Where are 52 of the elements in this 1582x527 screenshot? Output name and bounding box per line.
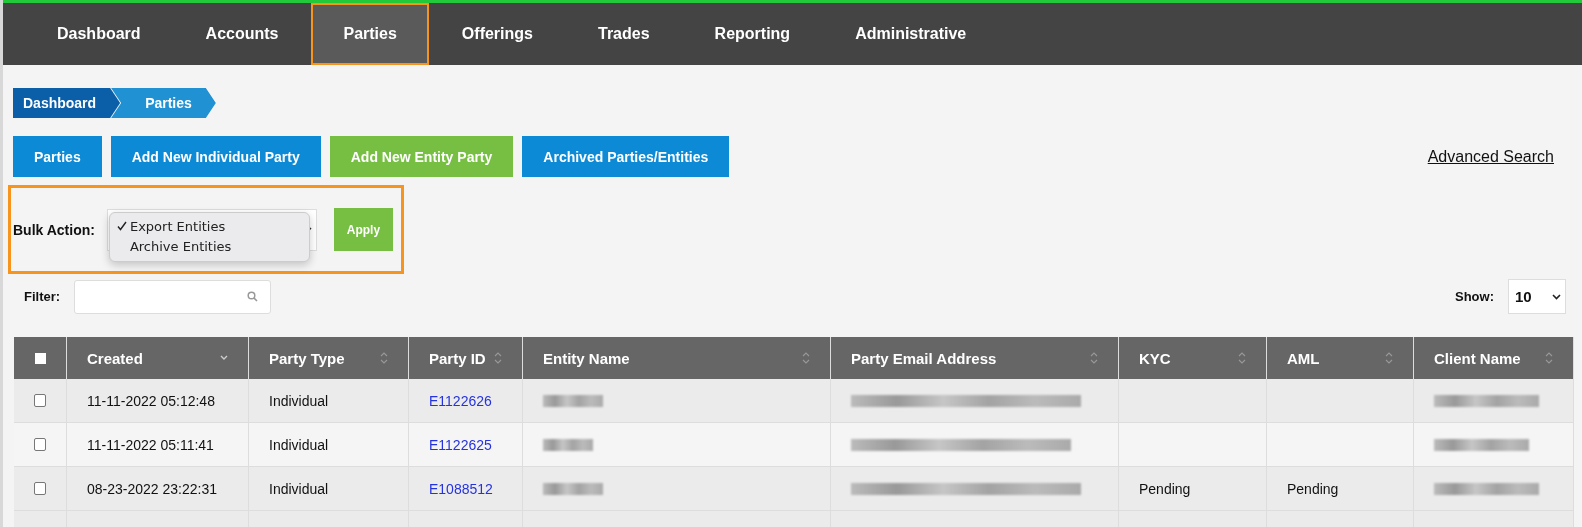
redacted-text xyxy=(543,482,603,495)
sort-icon[interactable] xyxy=(494,352,502,364)
sort-icon[interactable] xyxy=(380,352,388,364)
row-checkbox[interactable] xyxy=(34,394,46,407)
page-size-select[interactable]: 10 xyxy=(1508,279,1566,314)
nav-tab[interactable]: Offerings xyxy=(429,3,565,65)
table-cell: Individual xyxy=(269,392,329,409)
column-header[interactable]: Entity Name xyxy=(543,349,630,367)
sort-icon[interactable] xyxy=(1238,352,1246,364)
redacted-text xyxy=(543,394,603,407)
party-id-link[interactable]: E1088512 xyxy=(429,480,493,497)
menu-option[interactable]: Archive Entities xyxy=(109,236,309,257)
table-cell: 11-11-2022 05:12:48 xyxy=(87,392,215,409)
chevron-icon xyxy=(1552,293,1561,300)
table-cell: Pending xyxy=(1287,480,1339,497)
bulk-action-label: Bulk Action: xyxy=(13,221,95,238)
action-button[interactable]: Parties xyxy=(13,136,102,177)
nav-tab[interactable]: Dashboard xyxy=(25,3,173,65)
party-id-link[interactable]: E1122626 xyxy=(429,392,492,409)
sort-down-icon[interactable] xyxy=(220,355,228,361)
column-header[interactable]: AML xyxy=(1287,349,1320,367)
table-cell: Pending xyxy=(1139,480,1191,497)
party-id-link[interactable]: E1122625 xyxy=(429,436,492,453)
menu-option[interactable]: Export Entities xyxy=(109,216,309,237)
filter-label: Filter: xyxy=(24,289,61,304)
table-cell: Individual xyxy=(269,436,329,453)
nav-tab[interactable]: Accounts xyxy=(173,3,311,65)
sort-icon[interactable] xyxy=(1090,352,1098,364)
row-checkbox[interactable] xyxy=(34,482,46,495)
nav-tab[interactable]: Trades xyxy=(566,3,682,65)
sort-icon[interactable] xyxy=(1385,352,1393,364)
action-button[interactable]: Add New Individual Party xyxy=(110,136,321,177)
table-cell: 08-23-2022 23:22:31 xyxy=(87,480,217,497)
advanced-search-link[interactable]: Advanced Search xyxy=(1427,147,1554,166)
column-header[interactable]: Created xyxy=(87,349,143,367)
nav-tab[interactable]: Administrative xyxy=(823,3,999,65)
column-header[interactable]: KYC xyxy=(1139,349,1171,367)
redacted-text xyxy=(543,438,593,451)
row-checkbox[interactable] xyxy=(34,438,46,451)
sort-icon[interactable] xyxy=(802,352,810,364)
nav-tab[interactable]: Reporting xyxy=(682,3,823,65)
action-button[interactable]: Archived Parties/Entities xyxy=(522,136,730,177)
search-icon xyxy=(247,291,259,302)
breadcrumb-item[interactable]: Parties xyxy=(111,88,216,118)
show-label: Show: xyxy=(1455,289,1494,304)
sort-icon[interactable] xyxy=(1545,352,1553,364)
table-cell: Individual xyxy=(269,480,329,497)
table-cell: 11-11-2022 05:11:41 xyxy=(87,436,214,453)
select-all-checkbox[interactable] xyxy=(34,352,46,364)
nav-tab[interactable]: Parties xyxy=(311,3,429,65)
breadcrumb-item[interactable]: Dashboard xyxy=(13,88,121,118)
filter-field[interactable] xyxy=(74,279,272,314)
